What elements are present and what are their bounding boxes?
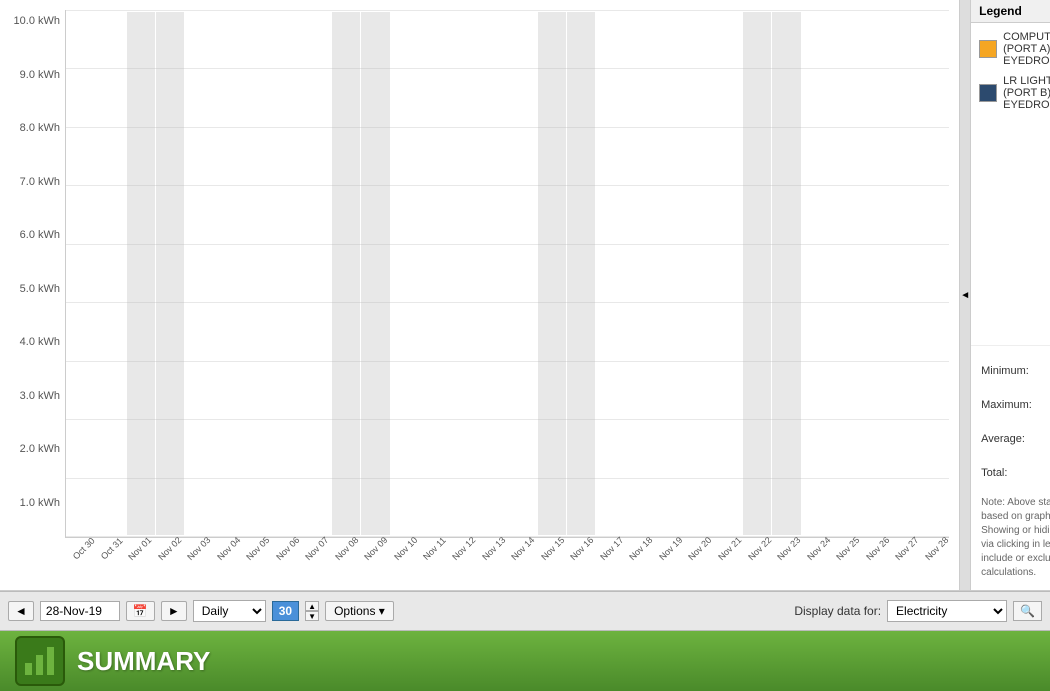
bar-group[interactable] [215,12,243,535]
bars-container [65,10,949,538]
chart-inner: 10.0 kWh 9.0 kWh 8.0 kWh 7.0 kWh 6.0 kWh 5.0 … [10,10,949,590]
bar-group[interactable] [772,12,800,535]
bar-group[interactable] [802,12,830,535]
bar-group[interactable] [567,12,595,535]
bar-group[interactable] [684,12,712,535]
y-axis: 10.0 kWh 9.0 kWh 8.0 kWh 7.0 kWh 6.0 kWh 5.0 … [10,10,65,590]
legend-text-1: COMPUTER/AV (PORT A) - EYEDRO 0... [1003,31,1050,67]
bar-group[interactable] [97,12,125,535]
stat-row-total: Total: 227.185 kWh [981,458,1050,488]
bar-group[interactable] [68,12,96,535]
bar-group[interactable] [655,12,683,535]
bar-group[interactable] [391,12,419,535]
legend-item-1[interactable]: COMPUTER/AV (PORT A) - EYEDRO 0... [979,31,1050,67]
bar-group[interactable] [596,12,624,535]
stat-label-max: Maximum: [981,399,1050,411]
stat-row-min: Minimum: 5.841 kWh [981,356,1050,386]
stats-area: Minimum: 5.841 kWh Maximum: 8.742 kWh Av… [971,345,1050,590]
y-axis-label: 6.0 kWh [20,229,60,241]
stat-row-avg: Average: 7.573 kWh [981,424,1050,454]
bar-group[interactable] [303,12,331,535]
display-label: Display data for: [794,604,881,618]
options-btn[interactable]: Options ▾ [325,601,394,621]
stat-row-max: Maximum: 8.742 kWh [981,390,1050,420]
search-btn[interactable]: 🔍 [1013,601,1042,621]
x-axis: Oct 30Oct 31Nov 01Nov 02Nov 03Nov 04Nov … [65,540,949,590]
num-down-btn[interactable]: ▼ [305,611,319,621]
bar-group[interactable] [156,12,184,535]
footer-icon [15,636,65,686]
bar-group[interactable] [831,12,859,535]
num-spinner: ▲ ▼ [305,601,319,621]
y-axis-label: 1.0 kWh [20,497,60,509]
main-container: 10.0 kWh 9.0 kWh 8.0 kWh 7.0 kWh 6.0 kWh 5.0 … [0,0,1050,691]
chart-with-axes: 10.0 kWh 9.0 kWh 8.0 kWh 7.0 kWh 6.0 kWh 5.0 … [0,0,959,590]
y-axis-label: 10.0 kWh [14,15,60,27]
date-input[interactable] [40,601,120,621]
footer-title: Summary [77,646,210,677]
stat-label-min: Minimum: [981,365,1050,377]
legend-title: Legend [979,4,1022,18]
bar-group[interactable] [127,12,155,535]
legend-color-2 [979,84,997,102]
bar-group[interactable] [538,12,566,535]
bar-group[interactable] [919,12,947,535]
bar-group[interactable] [479,12,507,535]
num-box: 30 [272,601,299,621]
y-axis-label: 4.0 kWh [20,336,60,348]
bar-group[interactable] [508,12,536,535]
bar-group[interactable] [860,12,888,535]
bar-group[interactable] [361,12,389,535]
y-axis-label: 3.0 kWh [20,390,60,402]
next-btn[interactable]: ► [161,601,187,621]
display-select[interactable]: Electricity Cost CO2 [887,600,1007,622]
calendar-btn[interactable]: 📅 [126,601,155,621]
bar-group[interactable] [273,12,301,535]
legend-item-2[interactable]: LR LIGHTS/FANS (PORT B) - EYEDRO... [979,75,1050,111]
bar-group[interactable] [449,12,477,535]
side-toggle[interactable]: ◄ [959,0,970,590]
stat-label-avg: Average: [981,433,1050,445]
chart-area: 10.0 kWh 9.0 kWh 8.0 kWh 7.0 kWh 6.0 kWh 5.0 … [0,0,1050,591]
bar-group[interactable] [332,12,360,535]
y-axis-label: 8.0 kWh [20,122,60,134]
toolbar: ◄ 📅 ► Daily Weekly Monthly 30 ▲ ▼ Option… [0,591,1050,631]
legend-items: COMPUTER/AV (PORT A) - EYEDRO 0... LR LI… [971,23,1050,127]
y-axis-label: 7.0 kWh [20,176,60,188]
period-select[interactable]: Daily Weekly Monthly [193,600,266,622]
bars-wrapper [66,10,949,537]
bar-group[interactable] [420,12,448,535]
prev-btn[interactable]: ◄ [8,601,34,621]
num-up-btn[interactable]: ▲ [305,601,319,611]
legend-color-1 [979,40,997,58]
bar-group[interactable] [714,12,742,535]
right-panel: Legend >> COMPUTER/AV (PORT A) - EYEDRO … [970,0,1050,590]
bar-group[interactable] [743,12,771,535]
y-axis-label: 5.0 kWh [20,283,60,295]
y-axis-label: 9.0 kWh [20,69,60,81]
bar-chart-icon [22,643,58,679]
bar-group[interactable] [244,12,272,535]
bar-group[interactable] [185,12,213,535]
y-axis-label: 2.0 kWh [20,443,60,455]
chart-body: Oct 30Oct 31Nov 01Nov 02Nov 03Nov 04Nov … [65,10,949,590]
footer: Summary [0,631,1050,691]
legend-header: Legend >> [971,0,1050,23]
bar-group[interactable] [626,12,654,535]
bar-group[interactable] [890,12,918,535]
legend-text-2: LR LIGHTS/FANS (PORT B) - EYEDRO... [1003,75,1050,111]
stat-label-total: Total: [981,467,1050,479]
stats-note: Note: Above statistics are based on grap… [981,496,1050,580]
